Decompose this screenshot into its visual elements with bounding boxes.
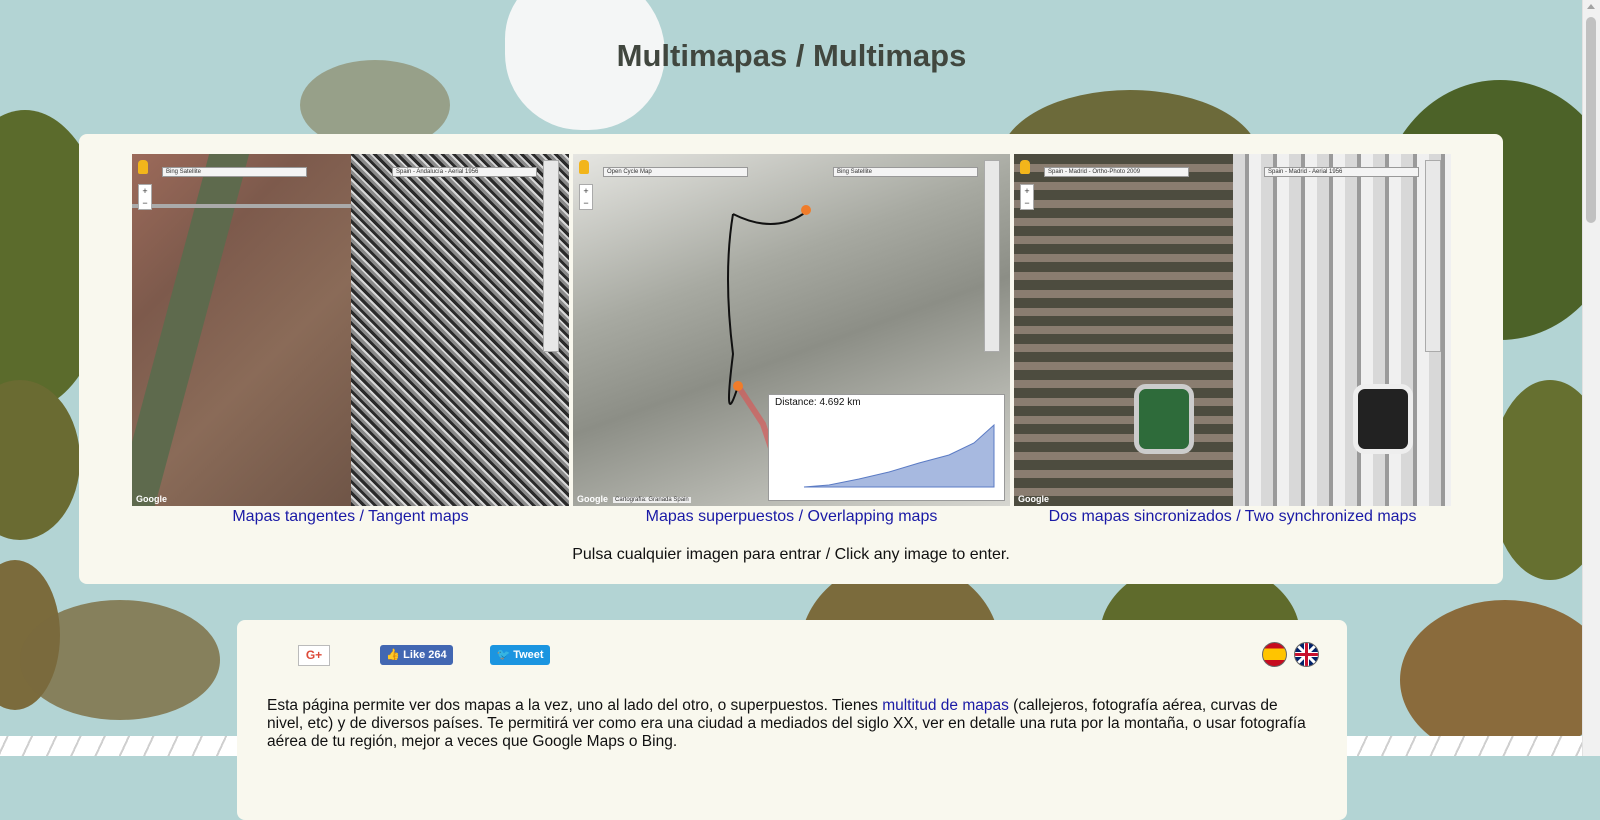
satellite-map-half — [132, 154, 351, 506]
pegman-icon[interactable] — [1020, 160, 1030, 174]
page-title: Multimapas / Multimaps — [616, 38, 967, 73]
synchronized-maps-thumbnail[interactable]: Spain - Madrid - Ortho-Photo 2009 Spain … — [1014, 154, 1451, 506]
map-gallery-panel: Bing Satellite Spain - Andalucía - Aeria… — [79, 134, 1503, 584]
facebook-like-button[interactable]: 👍 Like 264 — [380, 645, 453, 665]
zoom-control[interactable]: + − — [138, 184, 152, 210]
google-plus-button[interactable]: G+ — [298, 645, 330, 666]
tweet-button[interactable]: 🐦 Tweet — [490, 645, 550, 665]
left-layer-select[interactable]: Spain - Madrid - Ortho-Photo 2009 — [1044, 167, 1189, 177]
pegman-icon[interactable] — [579, 160, 589, 174]
intro-paragraph: Esta página permite ver dos mapas a la v… — [267, 697, 1317, 751]
intro-text-1: Esta página permite ver dos mapas a la v… — [267, 697, 883, 714]
thumbs-up-icon: 👍 — [386, 649, 401, 661]
overlapping-maps-thumbnail[interactable]: Open Cycle Map Bing Satellite + − Distanc… — [573, 154, 1010, 506]
overlapping-maps-link[interactable]: Mapas superpuestos / Overlapping maps — [573, 508, 1010, 526]
spain-flag-icon[interactable] — [1262, 642, 1287, 667]
scroll-up-arrow-icon[interactable] — [1587, 4, 1595, 9]
elevation-profile-box: Distance: 4.692 km — [768, 394, 1005, 501]
overlay-layer-select[interactable]: Bing Satellite — [833, 167, 978, 177]
map-attribution: Cartografía: Granada Spain — [613, 497, 691, 503]
twitter-bird-icon: 🐦 — [496, 649, 511, 661]
left-layer-select[interactable]: Bing Satellite — [162, 167, 307, 177]
google-logo: Google — [577, 494, 608, 504]
ortho-photo-2009-half — [1014, 154, 1233, 506]
google-logo: Google — [136, 494, 167, 504]
facebook-like-label: Like 264 — [403, 649, 447, 661]
map-toolbar[interactable] — [1425, 160, 1441, 352]
base-layer-select[interactable]: Open Cycle Map — [603, 167, 748, 177]
right-layer-select[interactable]: Spain - Madrid - Aerial 1956 — [1264, 167, 1419, 177]
aerial-1956-map-half — [351, 154, 569, 506]
tangent-maps-thumbnail[interactable]: Bing Satellite Spain - Andalucía - Aeria… — [132, 154, 569, 506]
elevation-chart — [803, 423, 995, 488]
right-layer-select[interactable]: Spain - Andalucía - Aerial 1956 — [392, 167, 537, 177]
intro-content-box: G+ 👍 Like 264 🐦 Tweet Esta página permit… — [237, 620, 1347, 820]
tweet-label: Tweet — [513, 649, 544, 661]
tangent-maps-link[interactable]: Mapas tangentes / Tangent maps — [132, 508, 569, 526]
stadium — [1134, 384, 1194, 454]
vertical-scrollbar[interactable] — [1582, 0, 1600, 756]
scrollbar-thumb[interactable] — [1586, 17, 1596, 223]
map-toolbar[interactable] — [543, 160, 559, 352]
stadium — [1353, 384, 1413, 454]
aerial-1956-map-half — [1233, 154, 1451, 506]
synchronized-maps-link[interactable]: Dos mapas sincronizados / Two synchroniz… — [1014, 508, 1451, 526]
pegman-icon[interactable] — [138, 160, 148, 174]
click-hint: Pulsa cualquier imagen para entrar / Cli… — [572, 546, 1010, 563]
zoom-control[interactable]: + − — [1020, 184, 1034, 210]
google-logo: Google — [1018, 494, 1049, 504]
zoom-control[interactable]: + − — [579, 184, 593, 210]
uk-flag-icon[interactable] — [1294, 642, 1319, 667]
map-toolbar[interactable] — [984, 160, 1000, 352]
map-list-link[interactable]: multitud de mapas — [882, 697, 1009, 714]
